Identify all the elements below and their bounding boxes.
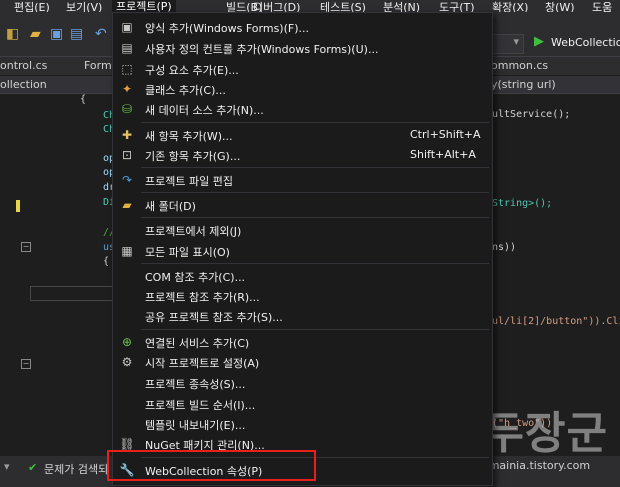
open-folder-icon[interactable]: ▰ <box>30 26 41 42</box>
undo-icon[interactable]: ↶ <box>95 26 107 42</box>
class-icon: ✦ <box>121 82 133 96</box>
usercontrol-icon: ▤ <box>121 41 133 55</box>
check-icon: ✔ <box>28 461 38 474</box>
tab-control-cs[interactable]: ontrol.cs <box>0 59 47 72</box>
menu-item-add-user-control[interactable]: ▤ 사용자 정의 컨트롤 추가(Windows Forms)(U)... <box>113 38 492 58</box>
nav-class-dropdown[interactable]: ollection <box>0 78 47 91</box>
connected-service-icon: ⊕ <box>121 335 133 349</box>
existing-item-icon: ⊡ <box>121 148 133 162</box>
current-line-box <box>30 286 114 301</box>
menu-item-export-template[interactable]: 템플릿 내보내기(E)... <box>113 414 492 434</box>
menu-item-project-build-order[interactable]: 프로젝트 빌드 순서(I)... <box>113 394 492 414</box>
new-folder-icon: ▰ <box>122 198 132 212</box>
collapse-icon[interactable]: − <box>21 359 31 369</box>
chevron-down-icon[interactable]: ▾ <box>4 460 10 473</box>
run-target-label[interactable]: WebCollection <box>551 36 620 49</box>
highlight-annotation-box <box>107 450 316 481</box>
code-line: ultService(); <box>492 109 571 120</box>
menu-item-exclude-from-project[interactable]: 프로젝트에서 제외(J) <box>113 220 492 240</box>
save-all-icon[interactable]: ▤ <box>70 26 83 42</box>
menu-separator <box>141 167 489 168</box>
menu-item-add-new-item[interactable]: ✚ 새 항목 추가(W)... Ctrl+Shift+A <box>113 125 492 145</box>
code-line: { <box>103 256 110 267</box>
menu-separator <box>141 217 489 218</box>
change-marker <box>16 200 20 212</box>
collapse-icon[interactable]: − <box>21 242 31 252</box>
menu-separator <box>141 329 489 330</box>
menu-separator <box>141 192 489 193</box>
menu-item-add-class[interactable]: ✦ 클래스 추가(C)... <box>113 79 492 99</box>
gear-icon: ⚙ <box>121 355 133 369</box>
menu-separator <box>141 263 489 264</box>
menu-bar: 편집(E) 보기(V) 프로젝트(P) 빌드(B) 디버그(D) 테스트(S) … <box>0 0 620 14</box>
tab-common-cs[interactable]: ommon.cs <box>491 59 548 72</box>
menu-item-add-com-reference[interactable]: COM 참조 추가(C)... <box>113 266 492 286</box>
code-line: String>(); <box>492 198 553 209</box>
component-icon: ⬚ <box>121 62 133 76</box>
menu-item-add-data-source[interactable]: ⛁ 새 데이터 소스 추가(N)... <box>113 99 492 119</box>
code-line: ul/li[2]/button")).Cli <box>492 316 620 327</box>
chevron-down-icon: ▾ <box>513 35 519 48</box>
code-line: ns)) <box>492 242 517 253</box>
tab-form[interactable]: Form <box>84 59 112 72</box>
edit-project-icon: ↷ <box>121 173 133 187</box>
save-icon[interactable]: ▣ <box>50 26 63 42</box>
menu-item-add-form[interactable]: ▣ 양식 추가(Windows Forms)(F)... <box>113 17 492 37</box>
nav-member-dropdown[interactable]: y(string url) <box>491 78 556 91</box>
menu-separator <box>141 122 489 123</box>
menu-item-edit-project-file[interactable]: ↷ 프로젝트 파일 편집 <box>113 170 492 190</box>
datasource-icon: ⛁ <box>121 102 133 116</box>
menu-item-add-project-reference[interactable]: 프로젝트 참조 추가(R)... <box>113 286 492 306</box>
menu-item-new-folder[interactable]: ▰ 새 폴더(D) <box>113 195 492 215</box>
menu-item-project-dependencies[interactable]: 프로젝트 종속성(S)... <box>113 373 492 393</box>
menu-item-add-component[interactable]: ⬚ 구성 요소 추가(E)... <box>113 59 492 79</box>
show-all-files-icon: ▦ <box>121 244 133 258</box>
code-line: { <box>80 94 87 105</box>
menu-item-add-shared-project-reference[interactable]: 공유 프로젝트 참조 추가(S)... <box>113 306 492 326</box>
problems-status[interactable]: 문제가 검색되 <box>44 461 108 477</box>
menu-item-add-existing-item[interactable]: ⊡ 기존 항목 추가(G)... Shift+Alt+A <box>113 145 492 165</box>
menu-project[interactable]: 프로젝트(P) <box>112 0 176 13</box>
menu-item-show-all-files[interactable]: ▦ 모든 파일 표시(O) <box>113 241 492 261</box>
new-project-icon[interactable]: ◧ <box>6 26 19 42</box>
menu-item-set-startup-project[interactable]: ⚙ 시작 프로젝트로 설정(A) <box>113 352 492 372</box>
new-item-icon: ✚ <box>121 128 133 142</box>
project-menu-dropdown: ▣ 양식 추가(Windows Forms)(F)... ▤ 사용자 정의 컨트… <box>112 12 493 486</box>
run-icon[interactable]: ▶ <box>534 34 544 49</box>
form-icon: ▣ <box>121 20 133 34</box>
menu-item-add-connected-service[interactable]: ⊕ 연결된 서비스 추가(C) <box>113 332 492 352</box>
